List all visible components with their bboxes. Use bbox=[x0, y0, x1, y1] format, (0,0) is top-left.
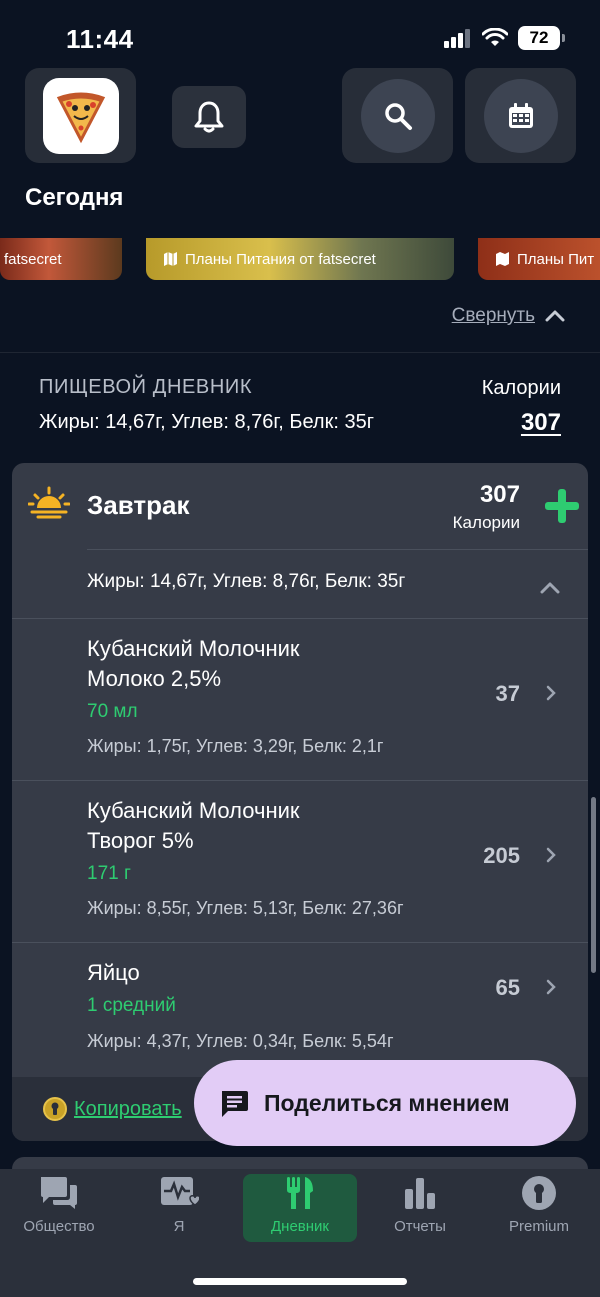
tab-premium[interactable]: Premium bbox=[482, 1174, 596, 1242]
feedback-label: Поделиться мнением bbox=[264, 1089, 510, 1116]
home-indicator[interactable] bbox=[193, 1278, 407, 1285]
banner-label: fatsecret bbox=[4, 250, 62, 268]
premium-lock-icon bbox=[43, 1097, 67, 1121]
food-name: Молоко 2,5% bbox=[87, 666, 222, 691]
meal-calories: 307 Калории bbox=[453, 481, 520, 533]
food-macros: Жиры: 4,37г, Углев: 0,34г, Белк: 5,54г bbox=[87, 1031, 394, 1051]
map-icon bbox=[164, 252, 177, 266]
profile-button[interactable] bbox=[25, 68, 136, 163]
banner-meal-plans-2[interactable]: Планы Пит bbox=[478, 238, 600, 280]
search-button[interactable] bbox=[342, 68, 453, 163]
utensils-icon bbox=[287, 1177, 313, 1209]
chevron-up-icon[interactable] bbox=[540, 582, 560, 594]
map-icon bbox=[496, 252, 509, 266]
meal-calories-label: Калории bbox=[452, 513, 520, 532]
tab-diary[interactable]: Дневник bbox=[243, 1174, 357, 1242]
tab-label: Я bbox=[173, 1218, 185, 1235]
tab-label: Отчеты bbox=[394, 1218, 446, 1235]
status-icons: 72 bbox=[444, 26, 565, 50]
pizza-logo-icon bbox=[42, 77, 119, 154]
calendar-icon bbox=[508, 102, 533, 128]
tab-label: Premium bbox=[508, 1218, 569, 1235]
banner-label: Планы Питания от fatsecret bbox=[185, 250, 376, 268]
diary-calories-label: Калории bbox=[481, 377, 561, 399]
search-icon bbox=[384, 102, 412, 130]
bell-icon bbox=[194, 101, 224, 133]
food-name: Творог 5% bbox=[87, 828, 194, 853]
scrollbar[interactable] bbox=[591, 797, 596, 973]
calendar-button[interactable] bbox=[465, 68, 576, 163]
food-calories: 205 bbox=[483, 843, 520, 868]
chevron-right-icon bbox=[546, 847, 556, 863]
diary-section-title: ПИЩЕВОЙ ДНЕВНИК bbox=[39, 376, 253, 398]
food-macros: Жиры: 8,55г, Углев: 5,13г, Белк: 27,36г bbox=[87, 898, 404, 918]
tab-reports[interactable]: Отчеты bbox=[363, 1174, 477, 1242]
notifications-button[interactable] bbox=[172, 86, 246, 148]
feedback-button[interactable]: Поделиться мнением bbox=[194, 1060, 576, 1146]
chevron-right-icon bbox=[546, 979, 556, 995]
tab-me[interactable]: Я bbox=[122, 1174, 236, 1242]
page-title: Сегодня bbox=[25, 184, 124, 211]
food-name: Кубанский Молочник bbox=[87, 798, 300, 823]
chevron-right-icon bbox=[546, 685, 556, 701]
sunrise-icon bbox=[28, 486, 70, 519]
collapse-label: Свернуть bbox=[451, 305, 535, 326]
tab-label: Общество bbox=[23, 1218, 95, 1235]
wifi-icon bbox=[482, 28, 508, 46]
tab-community[interactable]: Общество bbox=[2, 1174, 116, 1242]
food-quantity: 1 средний bbox=[87, 995, 176, 1016]
tab-label: Дневник bbox=[271, 1218, 329, 1235]
food-calories: 65 bbox=[495, 975, 520, 1000]
food-name: Яйцо bbox=[87, 960, 140, 985]
food-name: Кубанский Молочник bbox=[87, 636, 300, 661]
divider bbox=[0, 352, 600, 353]
meal-macros: Жиры: 14,67г, Углев: 8,76г, Белк: 35г bbox=[87, 571, 406, 592]
banner-fatsecret[interactable]: fatsecret bbox=[0, 238, 122, 280]
add-food-button[interactable] bbox=[542, 486, 582, 526]
divider bbox=[87, 549, 588, 550]
meal-calories-value: 307 bbox=[479, 481, 520, 508]
signal-icon bbox=[444, 29, 470, 48]
food-quantity: 171 г bbox=[87, 863, 131, 884]
collapse-link[interactable]: Свернуть bbox=[452, 305, 565, 327]
battery-indicator: 72 bbox=[518, 26, 565, 50]
diary-macros: Жиры: 14,67г, Углев: 8,76г, Белк: 35г bbox=[39, 411, 375, 433]
chevron-up-icon bbox=[545, 310, 565, 322]
banner-label: Планы Пит bbox=[517, 250, 595, 268]
food-macros: Жиры: 1,75г, Углев: 3,29г, Белк: 2,1г bbox=[87, 736, 384, 756]
status-time: 11:44 bbox=[66, 24, 134, 54]
banner-meal-plans[interactable]: Планы Питания от fatsecret bbox=[146, 238, 454, 280]
premium-icon bbox=[522, 1176, 556, 1210]
meal-name[interactable]: Завтрак bbox=[87, 490, 189, 521]
diary-calories-total[interactable]: 307 bbox=[521, 409, 561, 437]
health-icon bbox=[161, 1177, 199, 1206]
message-icon bbox=[222, 1091, 248, 1117]
food-calories: 37 bbox=[495, 681, 520, 706]
chat-icon bbox=[41, 1177, 77, 1209]
bar-chart-icon bbox=[405, 1178, 435, 1209]
copy-link[interactable]: Копировать bbox=[74, 1098, 182, 1121]
food-quantity: 70 мл bbox=[87, 701, 138, 722]
